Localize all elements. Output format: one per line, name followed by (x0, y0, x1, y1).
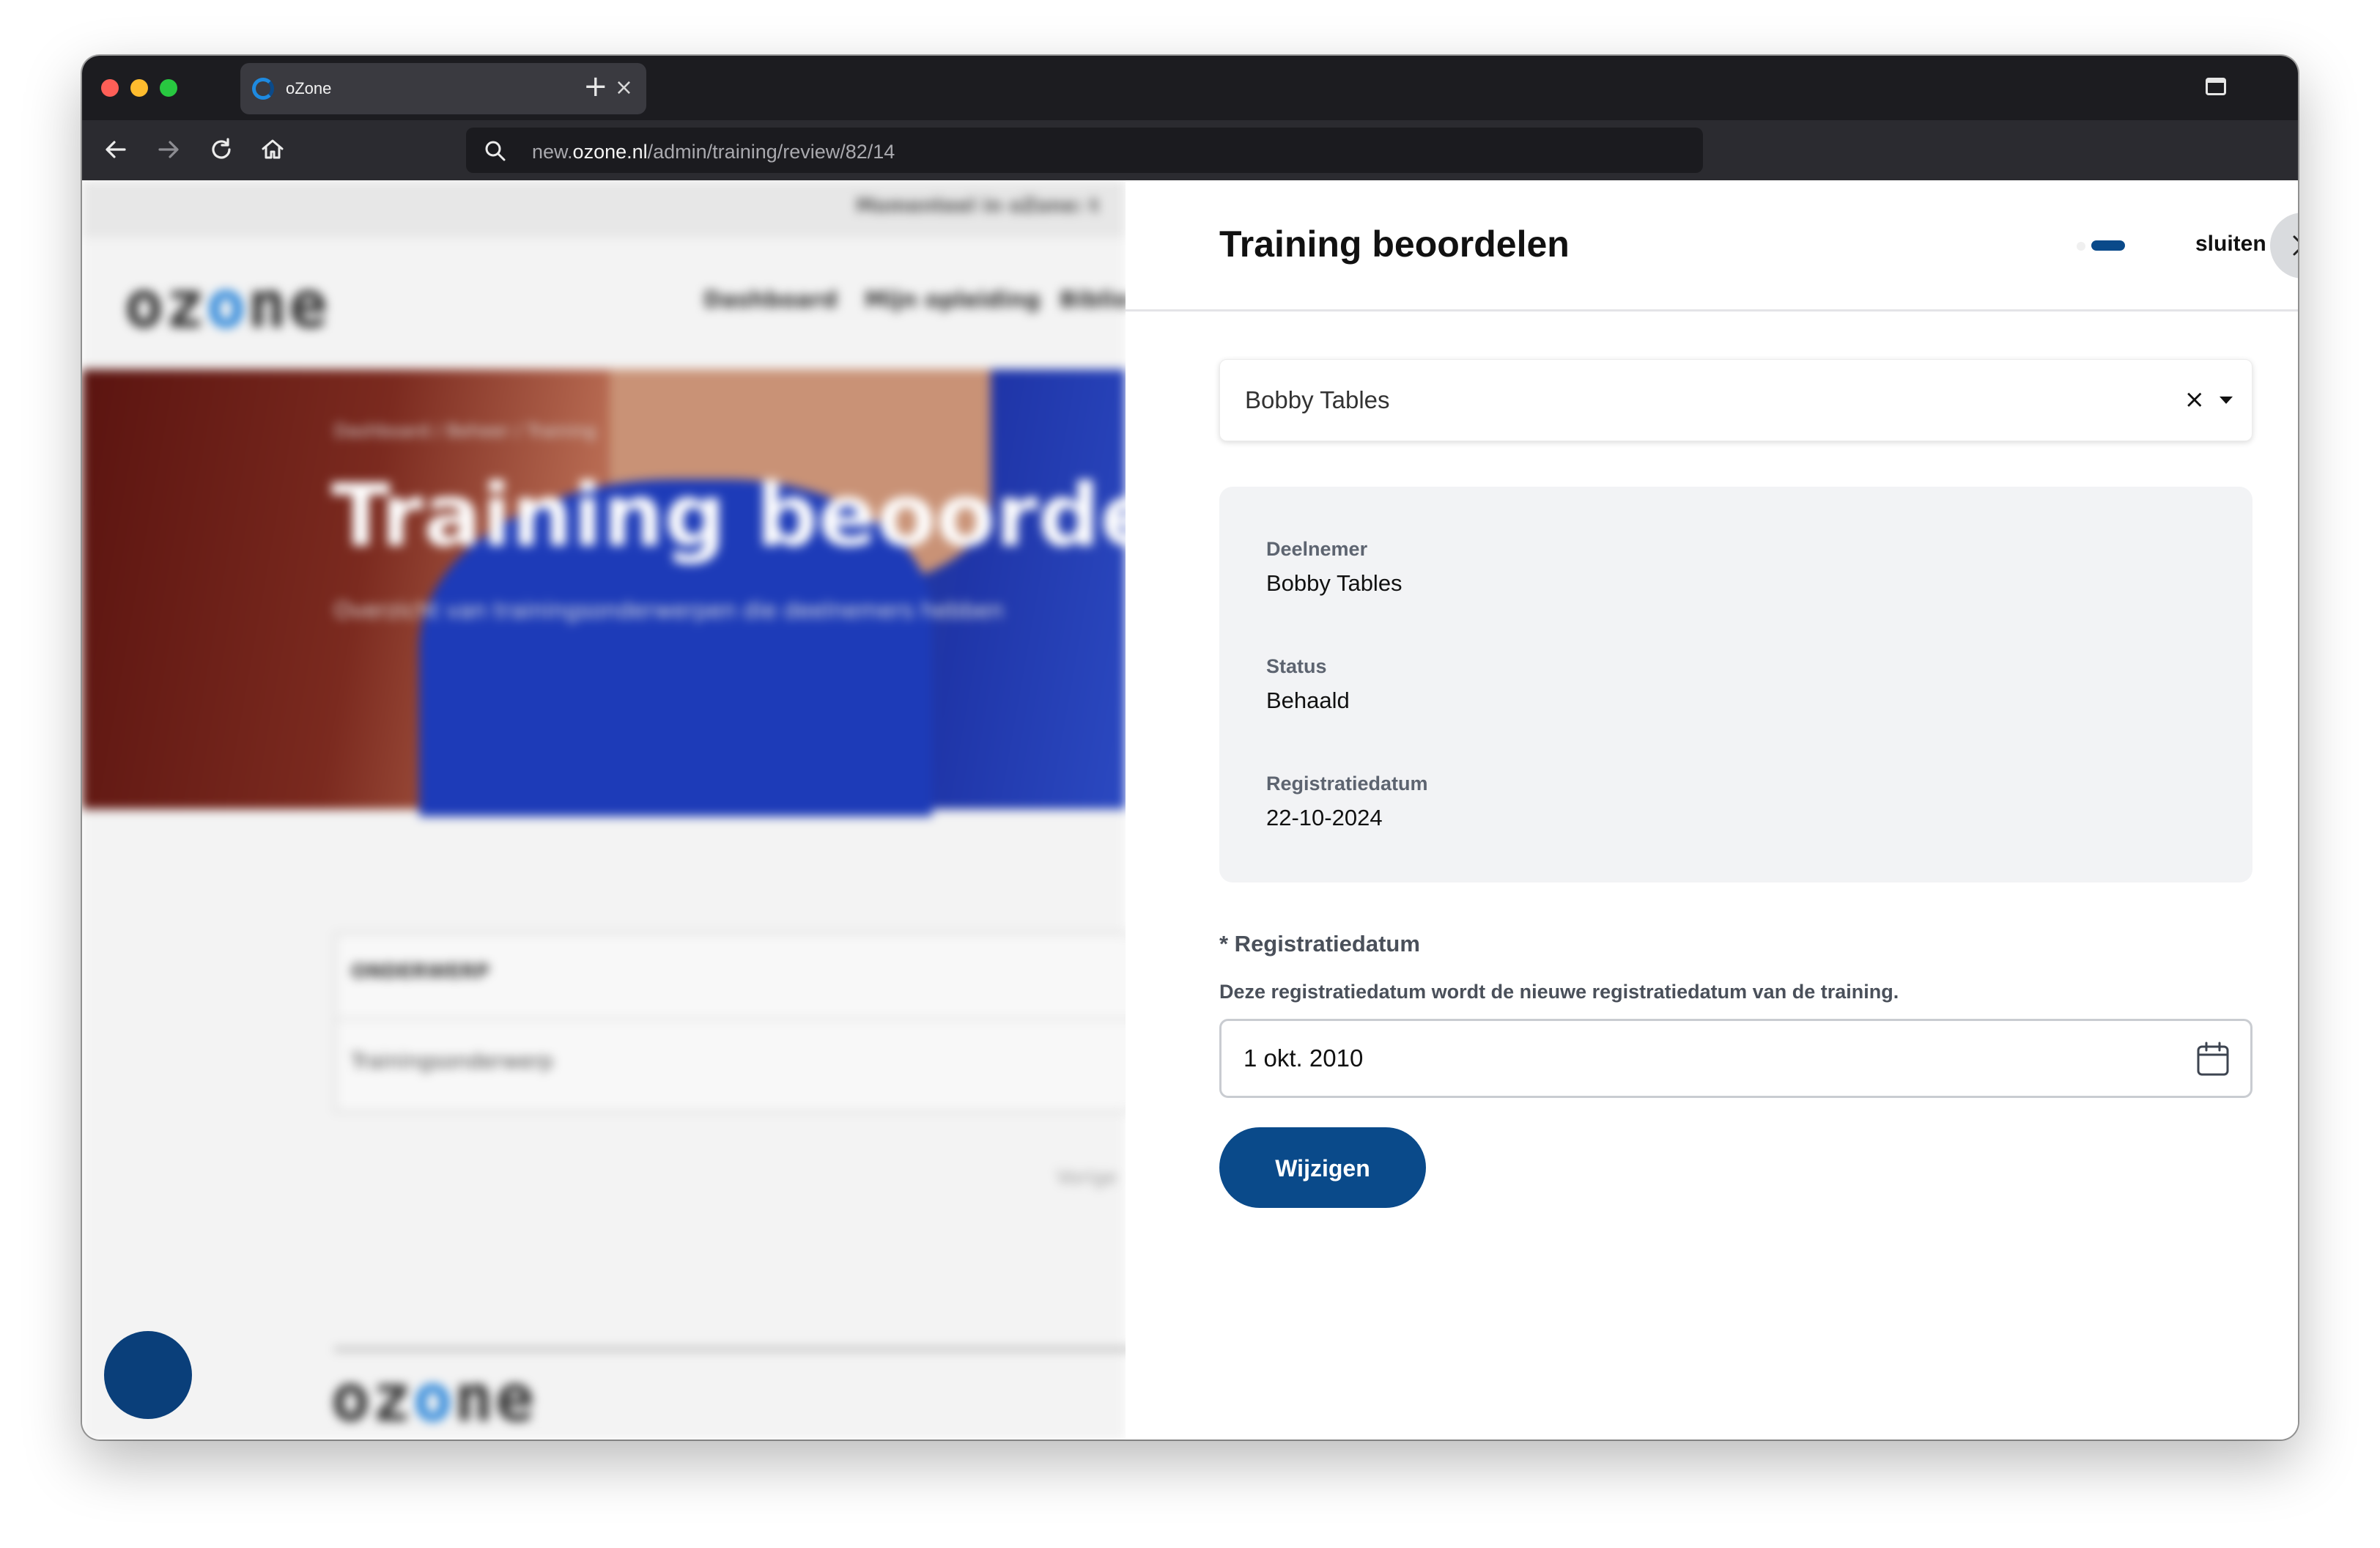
browser-titlebar: oZone × + (82, 56, 2298, 120)
close-drawer-button[interactable] (2270, 213, 2298, 279)
status-label: Status (1266, 655, 1327, 677)
back-icon[interactable] (101, 135, 130, 164)
ozone-favicon-icon (252, 78, 274, 100)
chevron-down-icon[interactable] (2220, 397, 2233, 404)
clear-selection-icon[interactable]: × (2184, 385, 2206, 414)
close-icon (2293, 235, 2298, 256)
status-value: Behaald (1266, 688, 1350, 713)
date-input-value: 1 okt. 2010 (1243, 1044, 1364, 1072)
url-path: /admin/training/review/82/14 (647, 141, 895, 163)
participant-select[interactable]: Bobby Tables × (1219, 359, 2252, 441)
footer-divider (334, 1347, 1140, 1352)
drawer-toggle[interactable] (2091, 240, 2125, 251)
new-tab-icon[interactable]: + (583, 69, 608, 104)
maximize-window-button[interactable] (160, 79, 177, 97)
registration-date-label: Registratiedatum (1266, 773, 1428, 795)
announcement-banner: Momenteel in oZone: t (82, 180, 1126, 237)
topics-table: ONDERWERP Trainingsonderwerp (334, 932, 1159, 1113)
review-drawer: Training beoordelen sluiten Bobby Tables… (1126, 180, 2298, 1440)
url-prefix: new. (532, 141, 573, 163)
nav-dashboard[interactable]: Dashboard (703, 287, 838, 313)
forward-icon[interactable] (154, 135, 183, 164)
ozone-logo: ozone (125, 267, 330, 342)
breadcrumb: Dashboard / Beheer / Training (334, 421, 596, 441)
participant-select-value: Bobby Tables (1245, 386, 1390, 413)
close-label[interactable]: sluiten (2195, 232, 2266, 257)
url-text: new.ozone.nl/admin/training/review/82/14 (532, 141, 895, 163)
close-window-button[interactable] (101, 79, 119, 97)
help-chat-button[interactable] (104, 1331, 192, 1419)
address-bar[interactable]: new.ozone.nl/admin/training/review/82/14 (466, 128, 1703, 173)
hero-subtitle: Overzicht van trainingsonderwerpen die d… (334, 598, 1004, 624)
participant-info-card: Deelnemer Bobby Tables Status Behaald Re… (1219, 487, 2252, 882)
date-field-label: * Registratiedatum (1219, 931, 1420, 957)
date-field-help: Deze registratiedatum wordt de nieuwe re… (1219, 981, 1899, 1003)
window-layout-icon[interactable] (2206, 78, 2226, 95)
table-header-onderwerp: ONDERWERP (351, 961, 489, 983)
reload-icon[interactable] (207, 135, 236, 164)
background-page: Momenteel in oZone: t ozone Dashboard Mi… (82, 180, 1309, 1440)
home-icon[interactable] (258, 135, 287, 164)
footer-logo: ozone (331, 1360, 536, 1436)
nav-bibliotheek[interactable]: Biblio (1060, 287, 1130, 313)
close-tab-icon[interactable]: × (615, 76, 633, 100)
participant-value: Bobby Tables (1266, 570, 1402, 596)
search-icon (485, 141, 506, 161)
nav-mijn-opleiding[interactable]: Mijn opleiding (865, 287, 1041, 313)
minimize-window-button[interactable] (130, 79, 148, 97)
participant-label: Deelnemer (1266, 538, 1368, 560)
hero-banner: Dashboard / Beheer / Training Training b… (82, 369, 1309, 817)
tab-title: oZone (286, 79, 332, 97)
pagination-prev[interactable]: Vorige (1057, 1167, 1117, 1189)
browser-window: oZone × + new.ozone.nl/admin/training/re… (82, 56, 2298, 1440)
toggle-track-dot (2077, 242, 2085, 251)
submit-button[interactable]: Wijzigen (1219, 1127, 1426, 1208)
table-divider (336, 1018, 1157, 1020)
registration-date-input[interactable]: 1 okt. 2010 (1219, 1019, 2252, 1098)
page-viewport: Momenteel in oZone: t ozone Dashboard Mi… (82, 180, 2298, 1440)
registration-date-value: 22-10-2024 (1266, 805, 1383, 830)
drawer-header: Training beoordelen sluiten (1126, 180, 2298, 312)
url-host: ozone.nl (572, 141, 648, 163)
drawer-title: Training beoordelen (1219, 224, 1570, 265)
browser-toolbar: new.ozone.nl/admin/training/review/82/14 (82, 120, 2298, 180)
announcement-text: Momenteel in oZone: t (856, 195, 1099, 217)
calendar-icon[interactable] (2196, 1042, 2230, 1077)
table-row[interactable]: Trainingsonderwerp (351, 1049, 553, 1073)
